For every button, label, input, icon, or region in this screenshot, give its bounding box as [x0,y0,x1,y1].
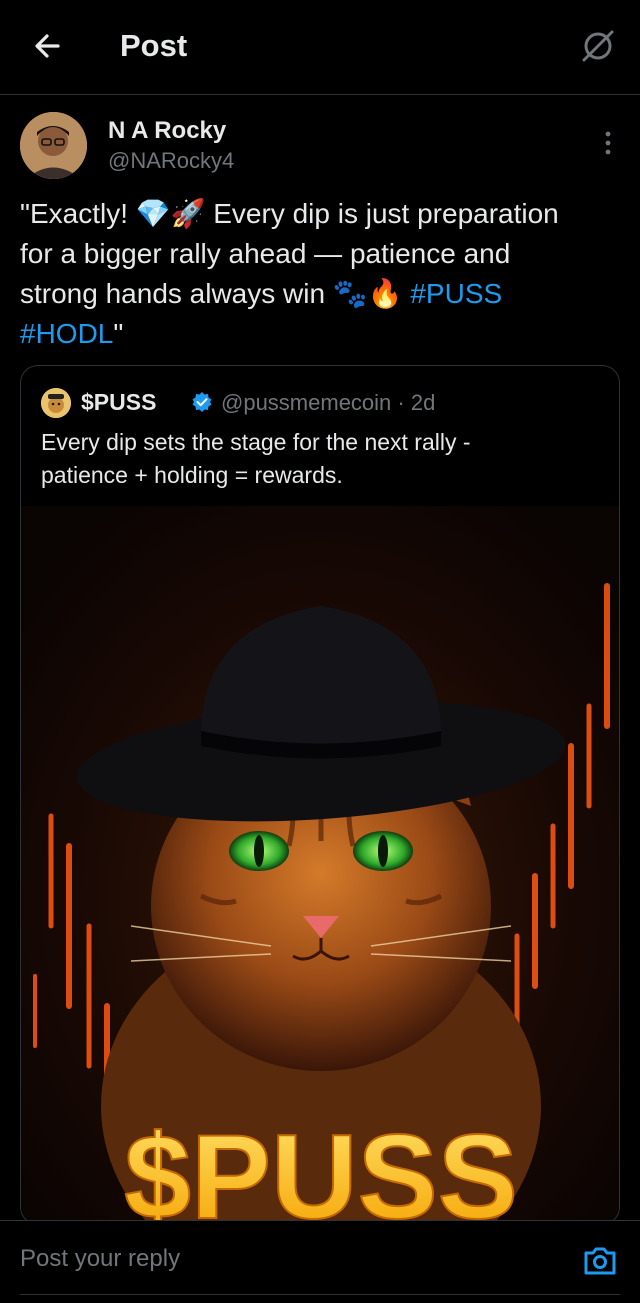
hashtag-link[interactable]: #PUSS [410,278,502,309]
camera-icon [584,1247,616,1275]
post-author: N A Rocky @NARocky4 [20,112,620,182]
grok-icon [582,30,614,62]
post-line-text: strong hands always win 🐾🔥 [20,278,411,309]
reply-input[interactable] [20,1245,560,1273]
more-vertical-icon [605,131,611,155]
quoted-post-text: Every dip sets the stage for the next ra… [41,426,601,492]
quoted-author-avatar[interactable] [41,388,71,418]
hashtag-link[interactable]: #HODL [20,318,113,349]
camera-button[interactable] [582,1243,618,1279]
arrow-left-icon [35,34,60,58]
page-title: Post [120,28,188,63]
post-text: "Exactly! 💎🚀 Every dip is just preparati… [20,194,620,354]
author-handle[interactable]: @NARocky4 [108,148,234,174]
reply-divider [20,1294,620,1295]
post-line: #HODL" [20,314,620,354]
quote-line: Every dip sets the stage for the next ra… [41,429,471,455]
quoted-author-handle: @pussmemecoin · 2d [221,390,436,415]
author-avatar[interactable] [20,112,87,179]
grok-button[interactable] [578,26,618,66]
puss-logo-text: $PUSS [124,1110,518,1225]
post-line: strong hands always win 🐾🔥 #PUSS [20,274,620,314]
verified-badge-icon [192,392,212,412]
quoted-post[interactable]: $PUSS @pussmemecoin · 2d Every dip sets … [20,365,620,1225]
reply-bar [0,1220,640,1303]
post-line-text: " [113,318,124,349]
quote-line: patience + holding = rewards. [41,462,343,488]
post-line: for a bigger rally ahead — patience and [20,238,511,269]
top-app-bar: Post [0,0,640,95]
quoted-post-image[interactable]: $PUSS [21,506,619,1225]
post-line: "Exactly! 💎🚀 Every dip is just preparati… [20,198,559,229]
more-options-button[interactable] [596,128,620,158]
author-name[interactable]: N A Rocky [108,117,226,145]
back-button[interactable] [28,26,68,66]
quoted-author-name[interactable]: $PUSS [81,389,156,416]
quoted-post-header: $PUSS @pussmemecoin · 2d [41,386,601,418]
